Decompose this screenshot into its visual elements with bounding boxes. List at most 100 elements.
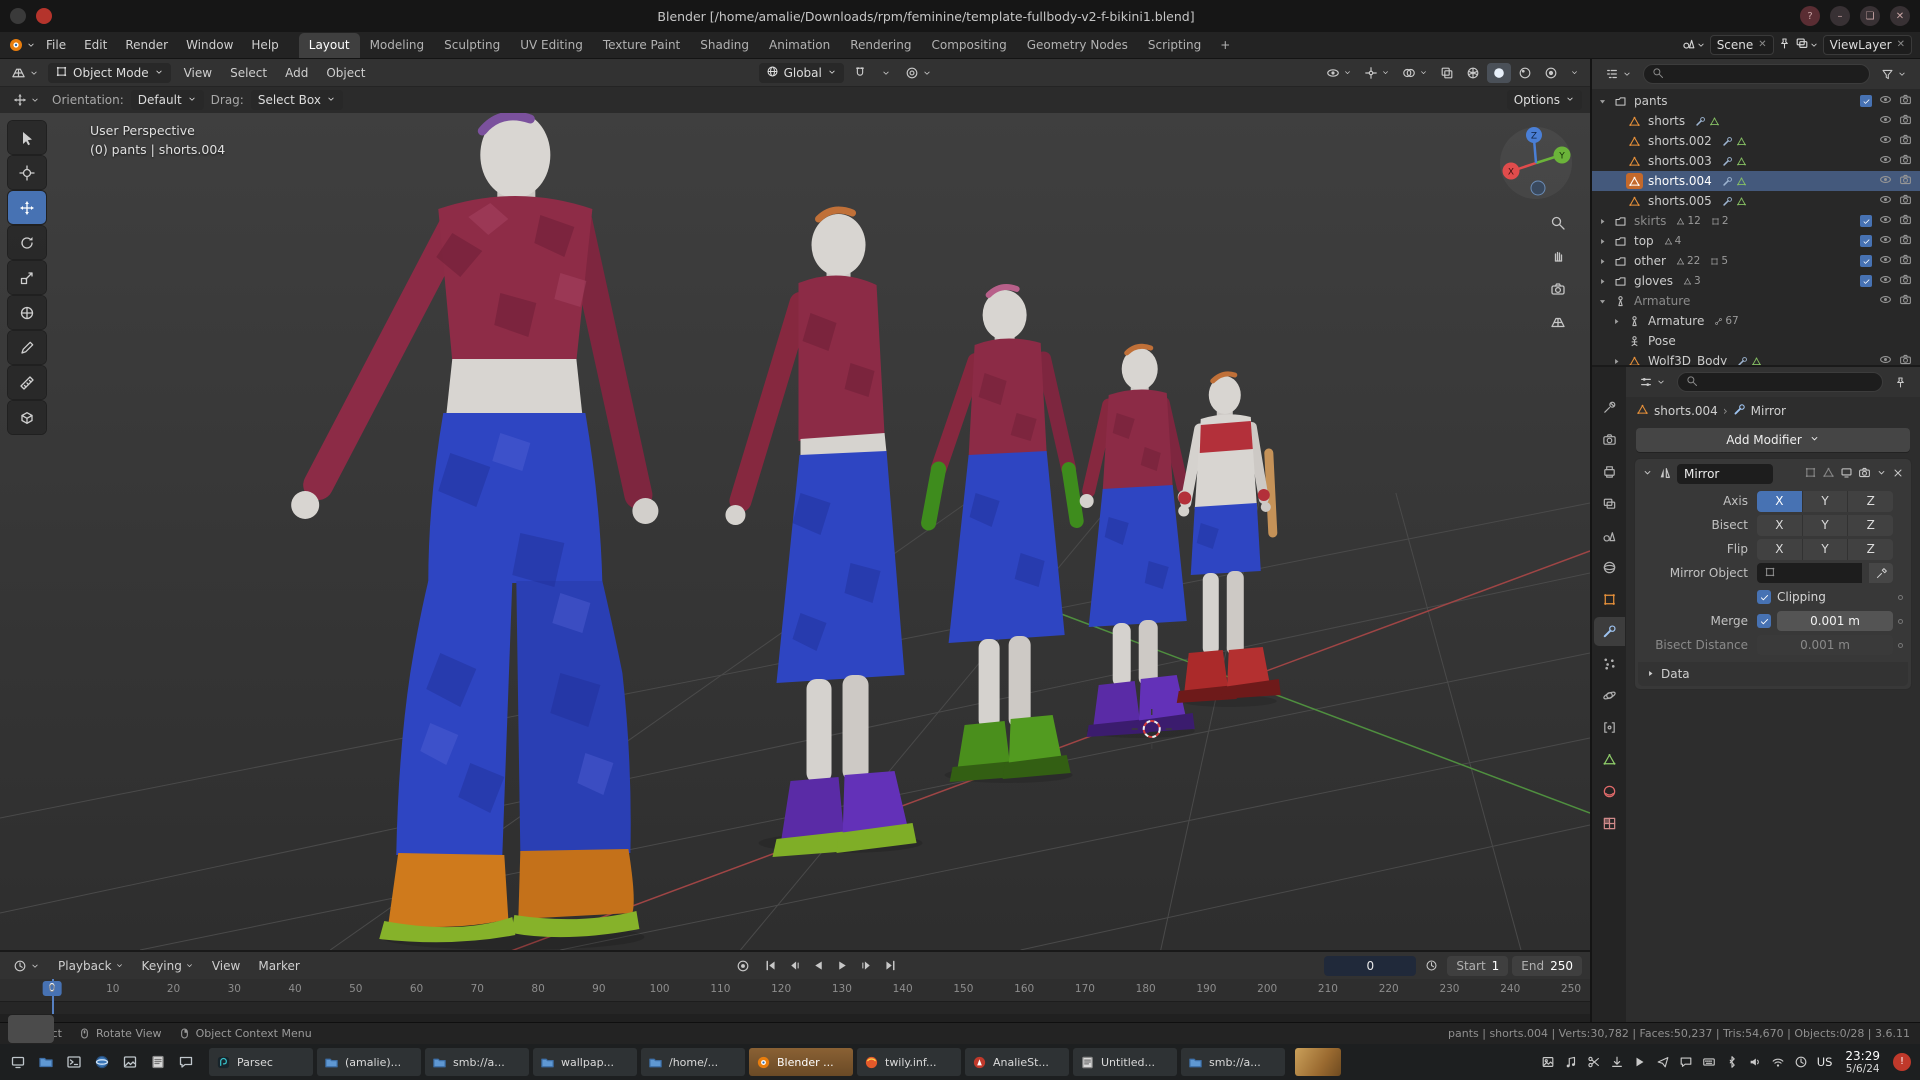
data-subpanel-header[interactable]: Data — [1638, 662, 1908, 686]
disable-in-render-icon[interactable] — [1899, 133, 1912, 149]
snapping-toggle[interactable] — [848, 63, 872, 83]
properties-search-input[interactable] — [1677, 372, 1883, 392]
tool-transform-button[interactable] — [8, 296, 46, 329]
properties-tab-material[interactable] — [1594, 777, 1625, 806]
workspace-tab-uv-editing[interactable]: UV Editing — [510, 33, 593, 58]
pin-scene-icon[interactable] — [1778, 37, 1791, 53]
expander-icon[interactable] — [1596, 237, 1609, 246]
quick-launch-show-desktop[interactable] — [5, 1049, 31, 1075]
expander-icon[interactable] — [1596, 97, 1609, 106]
task-button-6[interactable]: twily.inf... — [857, 1048, 961, 1076]
maximize-button[interactable]: ❏ — [1860, 6, 1880, 26]
tray-chat-icon[interactable] — [1679, 1055, 1693, 1069]
disable-in-render-icon[interactable] — [1899, 193, 1912, 209]
snapping-dropdown[interactable] — [876, 65, 896, 81]
blender-menu-chevron-icon[interactable] — [26, 40, 36, 50]
orientation-setting-dropdown[interactable]: Default — [131, 90, 204, 110]
quick-launch-text-editor[interactable] — [145, 1049, 171, 1075]
bisect-x-button[interactable]: X — [1757, 515, 1803, 536]
quick-launch-terminal[interactable] — [61, 1049, 87, 1075]
workspace-tab-sculpting[interactable]: Sculpting — [434, 33, 510, 58]
toggle-on-cage-icon[interactable] — [1804, 466, 1817, 482]
auto-keying-toggle[interactable] — [732, 956, 755, 975]
show-object-types-dropdown[interactable] — [1321, 63, 1357, 83]
task-button-9[interactable]: smb://a... — [1181, 1048, 1285, 1076]
flip-x-button[interactable]: X — [1757, 539, 1803, 560]
unlink-viewlayer-icon[interactable]: ✕ — [1897, 39, 1905, 50]
tray-clock-icon[interactable] — [1794, 1055, 1808, 1069]
tool-select-box-button[interactable] — [8, 121, 46, 154]
eyedropper-button[interactable] — [1869, 563, 1893, 583]
expander-icon[interactable] — [1610, 317, 1623, 326]
tray-scissors-icon[interactable] — [1587, 1055, 1601, 1069]
timeline-editor-dropdown[interactable] — [8, 956, 45, 976]
timeline-menu-playback[interactable]: Playback — [49, 955, 133, 977]
modifier-name-field[interactable]: Mirror — [1677, 464, 1773, 484]
hide-in-viewport-icon[interactable] — [1879, 233, 1892, 249]
outliner-filter-dropdown[interactable] — [1876, 65, 1912, 84]
toggle-xray-button[interactable] — [1435, 63, 1459, 83]
bisect-y-button[interactable]: Y — [1803, 515, 1849, 536]
pin-scene-icon[interactable] — [1778, 37, 1791, 50]
disable-in-render-icon[interactable] — [1899, 293, 1912, 309]
blender-logo-menu[interactable] — [8, 37, 36, 53]
collection-checkbox[interactable] — [1860, 275, 1872, 287]
window-menu-icon[interactable] — [10, 8, 26, 24]
disable-in-render-icon[interactable] — [1899, 353, 1912, 365]
outliner-row-shorts-003[interactable]: shorts.003 — [1592, 151, 1920, 171]
editor-type-dropdown[interactable] — [6, 62, 44, 83]
proportional-editing-toggle[interactable] — [900, 63, 937, 83]
task-button-1[interactable]: (amalie)... — [317, 1048, 421, 1076]
workspace-tab-compositing[interactable]: Compositing — [921, 33, 1016, 58]
menu-edit[interactable]: Edit — [75, 34, 116, 56]
expander-icon[interactable] — [1610, 357, 1623, 366]
properties-tab-view-layer[interactable] — [1594, 489, 1625, 518]
expander-icon[interactable] — [1596, 257, 1609, 266]
workspace-tab-shading[interactable]: Shading — [690, 33, 759, 58]
transform-orientation-dropdown[interactable]: Global — [759, 63, 844, 83]
add-modifier-button[interactable]: Add Modifier — [1636, 428, 1910, 452]
clipping-checkbox[interactable] — [1757, 590, 1771, 604]
drag-setting-dropdown[interactable]: Select Box — [251, 90, 343, 110]
scene-selector[interactable]: Scene ✕ — [1710, 35, 1774, 55]
quick-launch-browser[interactable] — [89, 1049, 115, 1075]
tool-add-cube-button[interactable] — [8, 401, 46, 434]
viewlayer-icon[interactable] — [1795, 36, 1809, 50]
axis-y-button[interactable]: Y — [1803, 491, 1849, 512]
tray-network-icon[interactable] — [1771, 1055, 1785, 1069]
breadcrumb-modifier[interactable]: Mirror — [1751, 404, 1786, 418]
disable-in-render-icon[interactable] — [1899, 273, 1912, 289]
viewport-menu-view[interactable]: View — [175, 62, 221, 84]
show-gizmos-dropdown[interactable] — [1359, 63, 1395, 83]
expander-icon[interactable] — [1596, 217, 1609, 226]
properties-tab-data[interactable] — [1594, 745, 1625, 774]
disable-in-render-icon[interactable] — [1899, 113, 1912, 129]
outliner-row-armature[interactable]: Armature — [1592, 291, 1920, 311]
minimize-button[interactable]: – — [1830, 6, 1850, 26]
outliner-search-input[interactable] — [1643, 64, 1870, 84]
hide-in-viewport-icon[interactable] — [1879, 193, 1892, 209]
toggle-perspective-button[interactable] — [1550, 314, 1566, 333]
hide-in-viewport-icon[interactable] — [1879, 93, 1892, 109]
hide-in-viewport-icon[interactable] — [1879, 213, 1892, 229]
task-button-3[interactable]: wallpap... — [533, 1048, 637, 1076]
properties-tab-output[interactable] — [1594, 457, 1625, 486]
task-button-2[interactable]: smb://a... — [425, 1048, 529, 1076]
properties-tab-object[interactable] — [1594, 585, 1625, 614]
timeline-menu-marker[interactable]: Marker — [249, 955, 308, 977]
playback-sync-icon[interactable] — [1420, 956, 1443, 975]
play-rev-button[interactable] — [807, 956, 830, 975]
flip-z-button[interactable]: Z — [1848, 539, 1893, 560]
show-overlays-dropdown[interactable] — [1397, 63, 1433, 83]
properties-tab-scene[interactable] — [1594, 521, 1625, 550]
navigation-gizmo[interactable]: X Y Z — [1498, 125, 1574, 204]
collection-checkbox[interactable] — [1860, 215, 1872, 227]
properties-tab-tool[interactable] — [1594, 393, 1625, 422]
skip-end-button[interactable] — [879, 956, 902, 975]
workspace-tab-animation[interactable]: Animation — [759, 33, 840, 58]
task-button-4[interactable]: /home/... — [641, 1048, 745, 1076]
collection-checkbox[interactable] — [1860, 95, 1872, 107]
tool-annotate-button[interactable] — [8, 331, 46, 364]
scene-icon[interactable] — [1682, 36, 1696, 50]
viewport-menu-add[interactable]: Add — [276, 62, 317, 84]
